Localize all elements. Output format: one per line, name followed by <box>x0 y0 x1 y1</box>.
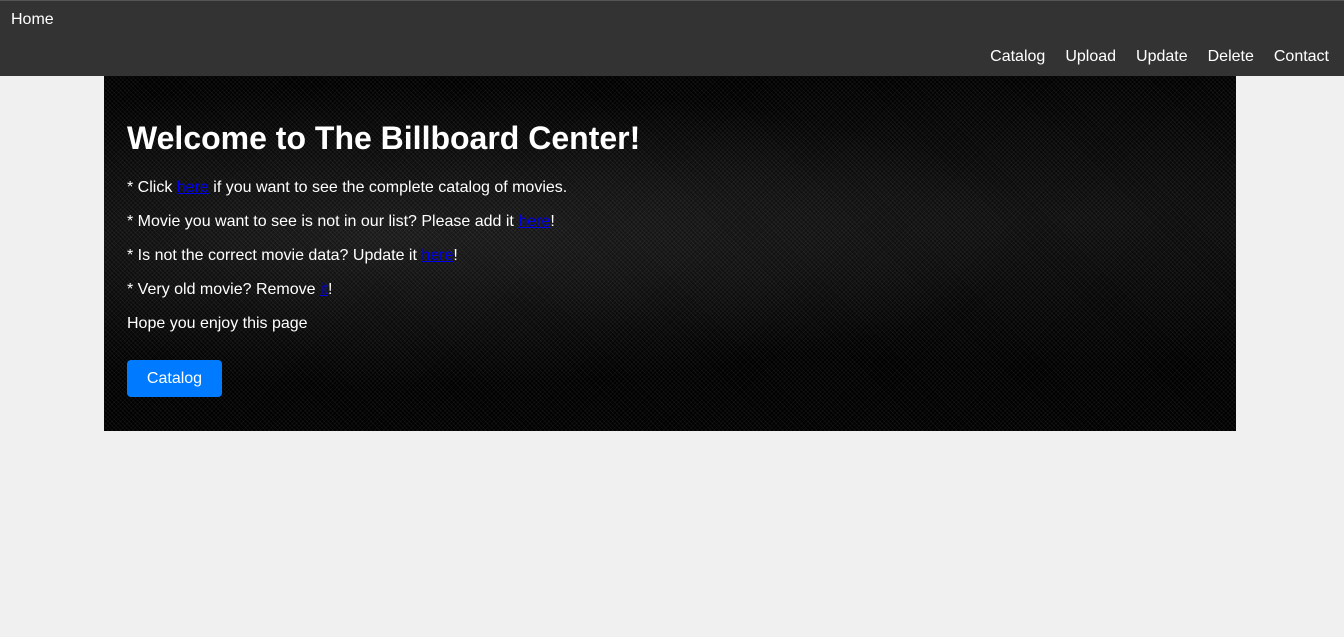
page-title: Welcome to The Billboard Center! <box>127 120 641 156</box>
line-text: ! <box>327 281 333 298</box>
nav-links: Catalog Upload Update Delete Contact <box>990 48 1329 66</box>
line-text: * Click <box>127 179 177 196</box>
catalog-info-line: * Click here if you want to see the comp… <box>127 179 567 197</box>
upload-info-line: * Movie you want to see is not in our li… <box>127 213 555 231</box>
line-text: * Very old movie? Remove <box>127 281 320 298</box>
line-text: * Movie you want to see is not in our li… <box>127 213 519 230</box>
line-text: ! <box>453 247 458 264</box>
hero-banner: Welcome to The Billboard Center! * Click… <box>104 76 1236 431</box>
delete-it-link[interactable]: it <box>320 281 328 298</box>
upload-here-link[interactable]: here <box>518 213 550 230</box>
nav-contact-link[interactable]: Contact <box>1274 48 1329 66</box>
line-text: * Is not the correct movie data? Update … <box>127 247 422 264</box>
enjoy-message: Hope you enjoy this page <box>127 315 308 332</box>
nav-catalog-link[interactable]: Catalog <box>990 48 1045 66</box>
catalog-here-link[interactable]: here <box>177 179 209 196</box>
line-text: if you want to see the complete catalog … <box>208 179 568 196</box>
nav-delete-link[interactable]: Delete <box>1208 48 1254 66</box>
line-text: ! <box>550 213 555 230</box>
update-info-line: * Is not the correct movie data? Update … <box>127 247 458 265</box>
update-here-link[interactable]: here <box>421 247 453 264</box>
nav-update-link[interactable]: Update <box>1136 48 1188 66</box>
catalog-button[interactable]: Catalog <box>127 360 222 397</box>
nav-upload-link[interactable]: Upload <box>1065 48 1116 66</box>
delete-info-line: * Very old movie? Remove it! <box>127 281 332 299</box>
nav-home-link[interactable]: Home <box>11 11 54 29</box>
top-navbar: Home Catalog Upload Update Delete Contac… <box>0 0 1344 76</box>
